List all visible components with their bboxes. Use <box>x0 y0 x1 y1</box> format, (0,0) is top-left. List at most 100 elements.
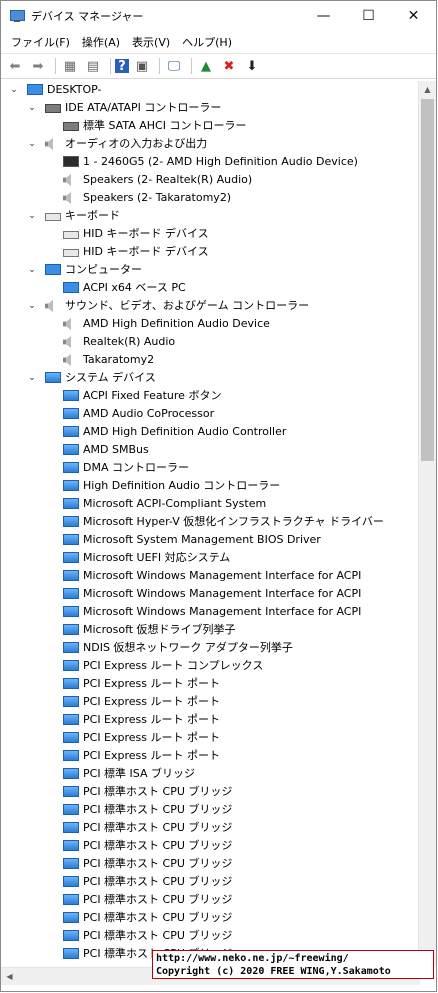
tree-label: Microsoft Hyper-V 仮想化インフラストラクチャ ドライバー <box>83 515 384 528</box>
tree-label: オーディオの入力および出力 <box>65 137 208 150</box>
expand-chevron-icon[interactable]: ⌄ <box>27 207 37 225</box>
tree-device[interactable]: AMD High Definition Audio Device <box>1 315 420 333</box>
system-device-icon <box>63 498 79 509</box>
tree-root[interactable]: ⌄ DESKTOP- <box>1 81 420 99</box>
tree-device[interactable]: PCI Express ルート ポート <box>1 711 420 729</box>
tree-device[interactable]: Microsoft UEFI 対応システム <box>1 549 420 567</box>
tree-device[interactable]: Speakers (2- Realtek(R) Audio) <box>1 171 420 189</box>
tree-device[interactable]: PCI Express ルート ポート <box>1 747 420 765</box>
tree-device[interactable]: PCI 標準ホスト CPU ブリッジ <box>1 909 420 927</box>
tree-device[interactable]: Microsoft Windows Management Interface f… <box>1 567 420 585</box>
copyright-watermark: http://www.neko.ne.jp/~freewing/ Copyrig… <box>152 950 434 979</box>
tree-device[interactable]: Microsoft Windows Management Interface f… <box>1 603 420 621</box>
properties-list-icon[interactable]: ▦ <box>60 56 80 76</box>
tree-device[interactable]: 1 - 2460G5 (2- AMD High Definition Audio… <box>1 153 420 171</box>
maximize-button[interactable]: ☐ <box>346 1 391 31</box>
menu-help[interactable]: ヘルプ(H) <box>176 34 238 50</box>
tree-label: PCI 標準ホスト CPU ブリッジ <box>83 911 233 924</box>
uninstall-icon[interactable]: ✖ <box>219 56 239 76</box>
expand-chevron-icon[interactable]: ⌄ <box>27 261 37 279</box>
tree-device[interactable]: PCI Express ルート ポート <box>1 675 420 693</box>
monitor-scan-icon[interactable]: 🖵 <box>164 56 184 76</box>
tree-device[interactable]: PCI 標準ホスト CPU ブリッジ <box>1 891 420 909</box>
disk-controller-icon <box>45 104 61 113</box>
device-tree: ⌄ DESKTOP- ⌄ IDE ATA/ATAPI コントローラー 標準 SATA A… <box>1 81 420 967</box>
tree-device[interactable]: 標準 SATA AHCI コントローラー <box>1 117 420 135</box>
tree-device[interactable]: AMD High Definition Audio Controller <box>1 423 420 441</box>
tree-device[interactable]: PCI 標準ホスト CPU ブリッジ <box>1 873 420 891</box>
system-device-icon <box>63 480 79 491</box>
system-device-icon <box>63 588 79 599</box>
speaker-icon <box>63 354 71 366</box>
tree-device[interactable]: HID キーボード デバイス <box>1 225 420 243</box>
tree-device[interactable]: PCI 標準ホスト CPU ブリッジ <box>1 927 420 945</box>
tree-category[interactable]: ⌄ IDE ATA/ATAPI コントローラー <box>1 99 420 117</box>
tree-category[interactable]: ⌄ システム デバイス <box>1 369 420 387</box>
tree-label: PCI 標準ホスト CPU ブリッジ <box>83 875 233 888</box>
back-arrow-icon[interactable]: ⬅ <box>5 56 25 76</box>
tree-device[interactable]: Speakers (2- Takaratomy2) <box>1 189 420 207</box>
tree-device[interactable]: ACPI x64 ベース PC <box>1 279 420 297</box>
tree-category[interactable]: ⌄ サウンド、ビデオ、およびゲーム コントローラー <box>1 297 420 315</box>
view-icon[interactable]: ▤ <box>83 56 103 76</box>
expand-chevron-icon[interactable]: ⌄ <box>27 135 37 153</box>
toolbar: ⬅ ➡ ▦ ▤? ▣ 🖵 ▲ ✖ ⬇ <box>1 53 436 79</box>
tree-device[interactable]: PCI 標準ホスト CPU ブリッジ <box>1 783 420 801</box>
tree-device[interactable]: PCI 標準ホスト CPU ブリッジ <box>1 801 420 819</box>
scroll-thumb[interactable] <box>421 99 434 461</box>
tree-device[interactable]: DMA コントローラー <box>1 459 420 477</box>
expand-chevron-icon[interactable]: ⌄ <box>27 369 37 387</box>
tree-device[interactable]: ACPI Fixed Feature ボタン <box>1 387 420 405</box>
tree-category[interactable]: ⌄ オーディオの入力および出力 <box>1 135 420 153</box>
tree-device[interactable]: PCI 標準ホスト CPU ブリッジ <box>1 855 420 873</box>
minimize-button[interactable]: — <box>301 1 346 31</box>
close-button[interactable]: ✕ <box>391 1 436 31</box>
toolbar-separator <box>191 58 192 74</box>
tree-device[interactable]: AMD SMBus <box>1 441 420 459</box>
system-device-icon <box>63 408 79 419</box>
tree-device[interactable]: PCI Express ルート コンプレックス <box>1 657 420 675</box>
tree-device[interactable]: Microsoft Windows Management Interface f… <box>1 585 420 603</box>
tree-device[interactable]: PCI 標準ホスト CPU ブリッジ <box>1 819 420 837</box>
tree-device[interactable]: High Definition Audio コントローラー <box>1 477 420 495</box>
expand-chevron-icon[interactable]: ⌄ <box>9 81 19 99</box>
tree-device[interactable]: Microsoft 仮想ドライブ列挙子 <box>1 621 420 639</box>
tree-device[interactable]: NDIS 仮想ネットワーク アダプター列挙子 <box>1 639 420 657</box>
menu-view[interactable]: 表示(V) <box>126 34 176 50</box>
speaker-icon <box>63 174 71 186</box>
menu-action[interactable]: 操作(A) <box>76 34 126 50</box>
tree-label: システム デバイス <box>65 371 156 384</box>
tree-device[interactable]: PCI Express ルート ポート <box>1 729 420 747</box>
expand-chevron-icon[interactable]: ⌄ <box>27 99 37 117</box>
enable-device-icon[interactable]: ▲ <box>196 56 216 76</box>
tree-device[interactable]: Microsoft System Management BIOS Driver <box>1 531 420 549</box>
toolbar-separator <box>55 58 56 74</box>
tree-label: Microsoft Windows Management Interface f… <box>83 587 362 600</box>
tree-device[interactable]: AMD Audio CoProcessor <box>1 405 420 423</box>
tree-label: PCI Express ルート ポート <box>83 731 221 744</box>
tree-device[interactable]: Microsoft ACPI-Compliant System <box>1 495 420 513</box>
tree-device[interactable]: PCI Express ルート ポート <box>1 693 420 711</box>
forward-arrow-icon[interactable]: ➡ <box>28 56 48 76</box>
tree-device[interactable]: HID キーボード デバイス <box>1 243 420 261</box>
tree-device[interactable]: Realtek(R) Audio <box>1 333 420 351</box>
scroll-left-icon[interactable]: ◀ <box>1 968 18 985</box>
tree-device[interactable]: PCI 標準 ISA ブリッジ <box>1 765 420 783</box>
window-title: デバイス マネージャー <box>31 10 144 23</box>
watermark-url: http://www.neko.ne.jp/~freewing/ <box>156 953 349 964</box>
download-icon[interactable]: ⬇ <box>242 56 262 76</box>
expand-chevron-icon[interactable]: ⌄ <box>27 297 37 315</box>
system-device-icon <box>63 768 79 779</box>
driver-update-icon[interactable]: ▣ <box>132 56 152 76</box>
device-manager-icon <box>9 8 25 24</box>
vertical-scrollbar[interactable]: ▲ ▼ <box>418 81 436 967</box>
menu-file[interactable]: ファイル(F) <box>5 34 76 50</box>
system-device-icon <box>63 570 79 581</box>
tree-device[interactable]: PCI 標準ホスト CPU ブリッジ <box>1 837 420 855</box>
tree-category[interactable]: ⌄ キーボード <box>1 207 420 225</box>
tree-device[interactable]: Takaratomy2 <box>1 351 420 369</box>
tree-category[interactable]: ⌄ コンピューター <box>1 261 420 279</box>
scroll-up-icon[interactable]: ▲ <box>419 81 436 98</box>
help-icon[interactable]: ? <box>115 59 129 74</box>
tree-device[interactable]: Microsoft Hyper-V 仮想化インフラストラクチャ ドライバー <box>1 513 420 531</box>
